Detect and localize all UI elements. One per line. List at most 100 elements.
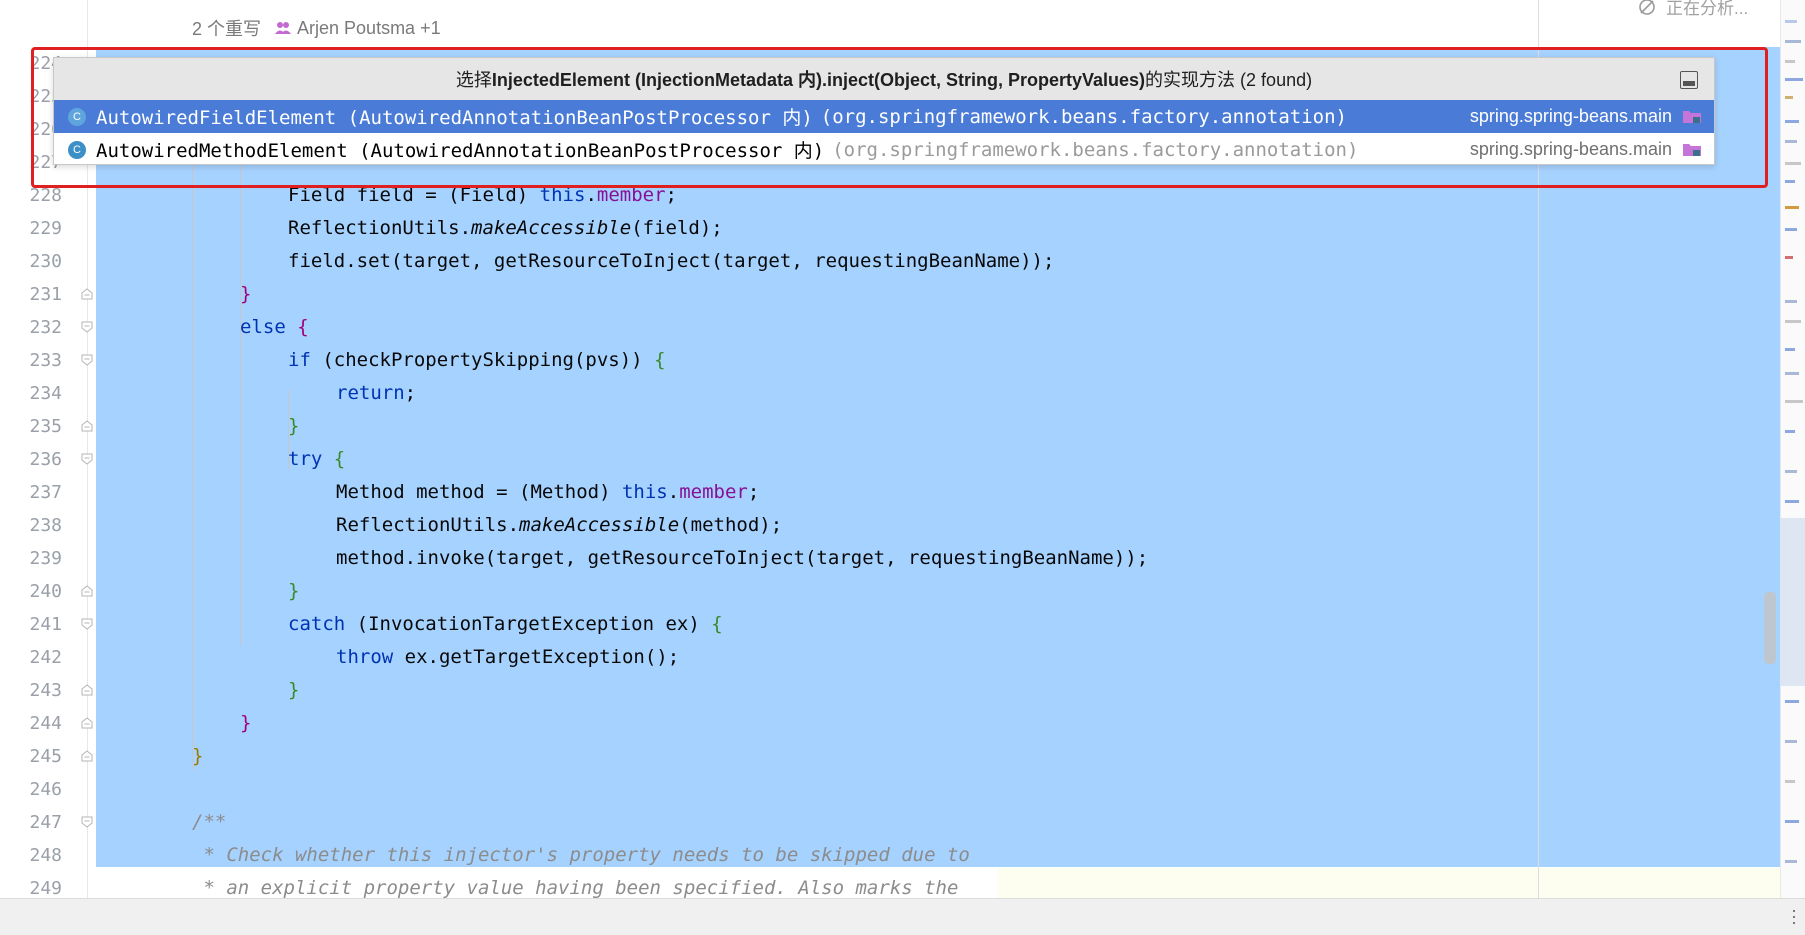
code-line[interactable]: ReflectionUtils.makeAccessible(method); bbox=[336, 509, 782, 542]
code-line[interactable]: } bbox=[288, 674, 299, 707]
fold-marker-icon[interactable] bbox=[80, 419, 94, 433]
current-line-highlight bbox=[998, 868, 1780, 898]
line-number[interactable]: 240 bbox=[0, 581, 62, 602]
line-number[interactable]: 246 bbox=[0, 779, 62, 800]
code-token: makeAccessible bbox=[471, 217, 632, 239]
code-line[interactable]: /** bbox=[192, 806, 226, 839]
implementation-item[interactable]: C AutowiredMethodElement (AutowiredAnnota… bbox=[54, 133, 1714, 166]
line-number[interactable]: 228 bbox=[0, 185, 62, 206]
code-line[interactable]: Field field = (Field) this.member; bbox=[288, 179, 677, 212]
code-line[interactable]: } bbox=[192, 740, 203, 773]
line-number[interactable]: 244 bbox=[0, 713, 62, 734]
fold-marker-icon[interactable] bbox=[80, 749, 94, 763]
error-stripe[interactable] bbox=[1780, 0, 1805, 898]
line-number[interactable]: 238 bbox=[0, 515, 62, 536]
minimap-mark bbox=[1785, 162, 1801, 165]
line-number[interactable]: 232 bbox=[0, 317, 62, 338]
authors[interactable]: Arjen Poutsma +1 bbox=[275, 18, 441, 39]
code-token: /** bbox=[192, 811, 227, 833]
code-vision-info[interactable]: 2 个重写 Arjen Poutsma +1 bbox=[192, 16, 441, 40]
line-number[interactable]: 233 bbox=[0, 350, 62, 371]
fold-marker-icon[interactable] bbox=[80, 683, 94, 697]
minimap-mark bbox=[1785, 96, 1793, 99]
code-line[interactable]: } bbox=[240, 707, 251, 740]
line-number[interactable]: 237 bbox=[0, 482, 62, 503]
open-in-tool-window-button[interactable] bbox=[1680, 71, 1698, 89]
code-token: { bbox=[297, 316, 309, 338]
fold-marker-icon[interactable] bbox=[80, 320, 94, 334]
code-token: makeAccessible bbox=[519, 514, 680, 536]
code-token: ex.getTargetException(); bbox=[404, 646, 680, 668]
module-folder-icon bbox=[1683, 144, 1701, 156]
code-line[interactable]: } bbox=[240, 278, 251, 311]
fold-marker-icon[interactable] bbox=[80, 452, 94, 466]
popup-title-prefix: 选择 bbox=[455, 70, 492, 90]
fold-marker-icon[interactable] bbox=[80, 287, 94, 301]
code-line[interactable]: if (checkPropertySkipping(pvs)) { bbox=[288, 344, 666, 377]
minimap-mark bbox=[1785, 206, 1799, 209]
code-line[interactable]: field.set(target, getResourceToInject(ta… bbox=[288, 245, 1054, 278]
minimap-mark bbox=[1785, 140, 1797, 143]
code-token: (field); bbox=[631, 217, 723, 239]
code-token: ReflectionUtils. bbox=[288, 217, 472, 239]
line-number[interactable]: 229 bbox=[0, 218, 62, 239]
line-number[interactable]: 236 bbox=[0, 449, 62, 470]
implementation-package: (org.springframework.beans.factory.annot… bbox=[832, 138, 1359, 161]
code-token: method.invoke(target, getResourceToInjec… bbox=[336, 547, 1149, 569]
line-number[interactable]: 230 bbox=[0, 251, 62, 272]
code-line[interactable]: * an explicit property value having been… bbox=[192, 872, 958, 898]
code-token: else bbox=[240, 316, 298, 338]
code-token: { bbox=[711, 613, 723, 635]
minimap-mark bbox=[1785, 180, 1795, 183]
line-number[interactable]: 243 bbox=[0, 680, 62, 701]
code-line[interactable]: method.invoke(target, getResourceToInjec… bbox=[336, 542, 1148, 575]
code-token: Method method = (Method) bbox=[336, 481, 622, 503]
implementations-popup[interactable]: 选择 InjectedElement (InjectionMetadata 内).… bbox=[53, 57, 1715, 165]
code-line[interactable]: throw ex.getTargetException(); bbox=[336, 641, 679, 674]
line-number[interactable]: 245 bbox=[0, 746, 62, 767]
code-token: . bbox=[585, 184, 597, 206]
minimap-mark bbox=[1785, 78, 1803, 81]
code-line[interactable]: return; bbox=[336, 377, 416, 410]
line-number[interactable]: 239 bbox=[0, 548, 62, 569]
code-line[interactable]: catch (InvocationTargetException ex) { bbox=[288, 608, 723, 641]
implementations-list[interactable]: C AutowiredFieldElement (AutowiredAnnotat… bbox=[54, 100, 1714, 166]
line-number[interactable]: 234 bbox=[0, 383, 62, 404]
code-token: } bbox=[288, 580, 300, 602]
fold-marker-icon[interactable] bbox=[80, 584, 94, 598]
code-token: (checkPropertySkipping(pvs)) bbox=[322, 349, 655, 371]
overrides-count[interactable]: 2 个重写 bbox=[192, 15, 261, 41]
code-token: return bbox=[336, 382, 405, 404]
line-number[interactable]: 242 bbox=[0, 647, 62, 668]
code-line[interactable]: } bbox=[288, 575, 299, 608]
analysis-status-text: 正在分析... bbox=[1666, 0, 1749, 18]
fold-marker-icon[interactable] bbox=[80, 815, 94, 829]
line-number[interactable]: 247 bbox=[0, 812, 62, 833]
popup-title-suffix: 的实现方法 (2 found) bbox=[1145, 70, 1313, 90]
code-token: (method); bbox=[679, 514, 783, 536]
line-number[interactable]: 235 bbox=[0, 416, 62, 437]
line-number[interactable]: 231 bbox=[0, 284, 62, 305]
fold-marker-icon[interactable] bbox=[80, 716, 94, 730]
code-token: field.set(target, getResourceToInject(ta… bbox=[288, 250, 1055, 272]
line-number[interactable]: 241 bbox=[0, 614, 62, 635]
code-line[interactable]: } bbox=[288, 410, 299, 443]
implementation-class: AutowiredMethodElement (AutowiredAnnotat… bbox=[96, 140, 825, 162]
line-number[interactable]: 249 bbox=[0, 878, 62, 898]
code-token: . bbox=[667, 481, 680, 503]
more-options-icon[interactable]: · · · bbox=[1791, 901, 1797, 931]
minimap-mark bbox=[1785, 400, 1803, 403]
code-line[interactable]: else { bbox=[240, 311, 309, 344]
code-line[interactable]: Method method = (Method) this.member; bbox=[336, 476, 759, 509]
implementation-item[interactable]: C AutowiredFieldElement (AutowiredAnnotat… bbox=[54, 100, 1714, 133]
code-line[interactable]: * Check whether this injector's property… bbox=[192, 839, 969, 872]
line-number[interactable]: 248 bbox=[0, 845, 62, 866]
code-line[interactable]: ReflectionUtils.makeAccessible(field); bbox=[288, 212, 723, 245]
minimap-mark bbox=[1785, 228, 1797, 231]
fold-marker-icon[interactable] bbox=[80, 617, 94, 631]
code-line[interactable]: try { bbox=[288, 443, 345, 476]
vertical-scrollbar-thumb[interactable] bbox=[1764, 592, 1776, 664]
code-token: this bbox=[539, 184, 586, 206]
code-token: if bbox=[288, 349, 323, 371]
fold-marker-icon[interactable] bbox=[80, 353, 94, 367]
